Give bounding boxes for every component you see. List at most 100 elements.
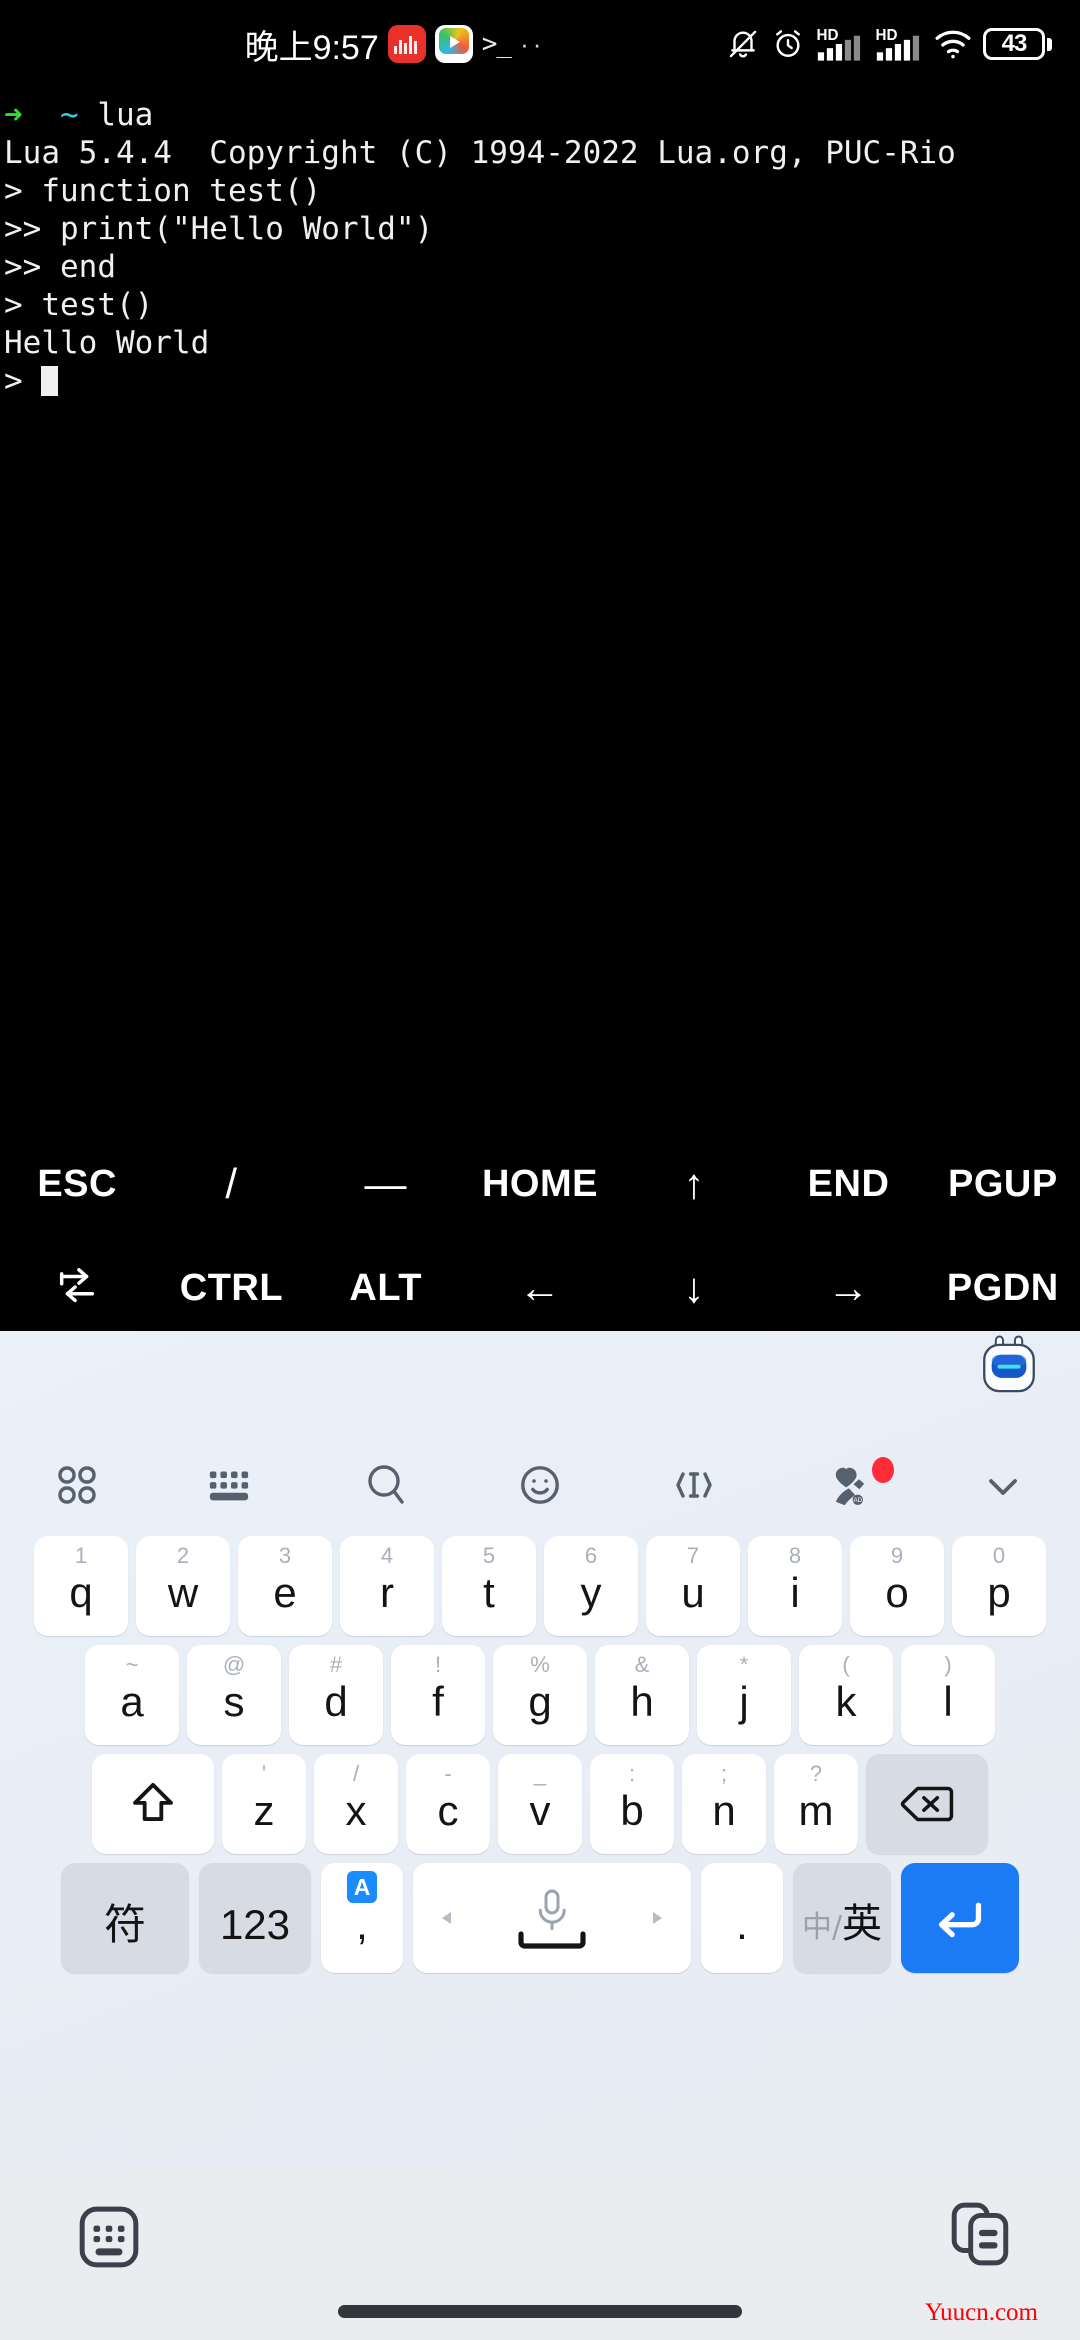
key-e[interactable]: 3e xyxy=(238,1536,332,1636)
backspace-key[interactable] xyxy=(866,1754,988,1854)
ctrl-key[interactable]: CTRL xyxy=(154,1236,308,1340)
keyboard-layout-icon[interactable] xyxy=(154,1439,308,1531)
battery-level: 43 xyxy=(1001,30,1028,57)
key-label: t xyxy=(483,1569,495,1616)
key-label: b xyxy=(620,1787,644,1834)
arrow-up-key[interactable]: ↑ xyxy=(617,1132,771,1236)
site-watermark: Yuucn.com xyxy=(924,2299,1038,2326)
key-s[interactable]: @ s xyxy=(187,1645,281,1745)
tab-key[interactable] xyxy=(0,1236,154,1340)
home-key[interactable]: HOME xyxy=(463,1132,617,1236)
key-hint: - xyxy=(444,1761,452,1786)
key-f[interactable]: ! f xyxy=(391,1645,485,1745)
pgdn-key[interactable]: PGDN xyxy=(926,1236,1080,1340)
key-v[interactable]: _ v xyxy=(498,1754,582,1854)
enter-key[interactable] xyxy=(901,1863,1019,1973)
key-j[interactable]: * j xyxy=(697,1645,791,1745)
key-hint: ( xyxy=(842,1652,850,1677)
space-key[interactable] xyxy=(413,1863,691,1973)
terminal-line: > function test() xyxy=(4,173,322,209)
key-hint: 5 xyxy=(482,1543,496,1568)
emoji-icon[interactable] xyxy=(463,1439,617,1531)
keyboard-row-4: 符 123 A , . 中/英 xyxy=(0,1863,1080,1973)
language-english: 英 xyxy=(842,1901,883,1947)
slash-key[interactable]: / xyxy=(154,1132,308,1236)
key-n[interactable]: ; n xyxy=(682,1754,766,1854)
sticker-ad-icon[interactable]: AD xyxy=(771,1439,925,1531)
key-hint: ) xyxy=(944,1652,952,1677)
terminal-line: > test() xyxy=(4,287,154,323)
key-label: f xyxy=(432,1678,444,1725)
key-k[interactable]: (k xyxy=(799,1645,893,1745)
key-q[interactable]: 1q xyxy=(34,1536,128,1636)
symbols-key[interactable]: 符 xyxy=(61,1863,189,1973)
key-t[interactable]: 5t xyxy=(442,1536,536,1636)
alt-key[interactable]: ALT xyxy=(309,1236,463,1340)
extra-keys-row-2: CTRL ALT ← ↓ → PGDN xyxy=(0,1236,1080,1340)
pgup-key[interactable]: PGUP xyxy=(926,1132,1080,1236)
esc-key[interactable]: ESC xyxy=(0,1132,154,1236)
hide-keyboard-icon[interactable] xyxy=(78,2205,140,2274)
key-g[interactable]: % g xyxy=(493,1645,587,1745)
key-label: w xyxy=(167,1569,199,1616)
key-label: s xyxy=(223,1678,245,1725)
key-l[interactable]: ) l xyxy=(901,1645,995,1745)
collapse-chevron-icon[interactable] xyxy=(926,1439,1080,1531)
key-hint: 9 xyxy=(890,1543,904,1568)
arrow-down-key[interactable]: ↓ xyxy=(617,1236,771,1340)
tab-icon xyxy=(60,1268,95,1303)
comma-key[interactable]: A , xyxy=(321,1863,403,1973)
key-label: n xyxy=(712,1787,736,1834)
period-key[interactable]: . xyxy=(701,1863,783,1973)
key-y[interactable]: 6y xyxy=(544,1536,638,1636)
numbers-key[interactable]: 123 xyxy=(199,1863,311,1973)
key-label: r xyxy=(380,1569,394,1616)
key-hint: : xyxy=(628,1761,636,1786)
key-w[interactable]: 2w xyxy=(136,1536,230,1636)
key-u[interactable]: 7u xyxy=(646,1536,740,1636)
cursor-move-icon[interactable] xyxy=(617,1439,771,1531)
key-label: , xyxy=(356,1901,368,1948)
key-b[interactable]: :b xyxy=(590,1754,674,1854)
home-indicator[interactable] xyxy=(338,2305,742,2318)
assistant-mascot-icon[interactable] xyxy=(976,1333,1042,1403)
dash-key[interactable]: — xyxy=(309,1132,463,1236)
key-label: z xyxy=(253,1787,275,1834)
terminal-last-prompt: > xyxy=(4,363,42,399)
key-a[interactable]: ~ a xyxy=(85,1645,179,1745)
key-hint: 2 xyxy=(176,1543,190,1568)
key-hint: # xyxy=(329,1652,343,1677)
search-icon[interactable] xyxy=(309,1439,463,1531)
status-clock: 晚上9:57 xyxy=(244,28,379,67)
key-o[interactable]: 9o xyxy=(850,1536,944,1636)
keyboard: AD 1q 2w 3e 4r 5t 6y 7u 8i 9o 0p ~a @s xyxy=(0,1331,1080,2171)
key-c[interactable]: -c xyxy=(406,1754,490,1854)
key-hint: ! xyxy=(434,1652,442,1677)
clipboard-icon[interactable] xyxy=(950,2201,1012,2272)
key-x[interactable]: / x xyxy=(314,1754,398,1854)
key-d[interactable]: # d xyxy=(289,1645,383,1745)
key-m[interactable]: ? m xyxy=(774,1754,858,1854)
language-toggle-key[interactable]: 中/英 xyxy=(793,1863,891,1973)
arrow-right-key[interactable]: → xyxy=(771,1236,925,1340)
prompt-arrow-icon: ➜ xyxy=(4,97,23,133)
language-separator: / xyxy=(831,1910,843,1945)
key-hint: / xyxy=(352,1761,360,1786)
terminal-line: >> end xyxy=(4,249,116,285)
key-z[interactable]: ' z xyxy=(222,1754,306,1854)
terminal-notification-icon: >_ xyxy=(481,29,512,59)
arrow-left-key[interactable]: ← xyxy=(463,1236,617,1340)
key-hint: & xyxy=(634,1652,650,1677)
key-label: . xyxy=(736,1901,748,1948)
key-p[interactable]: 0p xyxy=(952,1536,1046,1636)
key-label: u xyxy=(681,1569,705,1616)
key-label: e xyxy=(273,1569,297,1616)
key-h[interactable]: & h xyxy=(595,1645,689,1745)
end-key[interactable]: END xyxy=(771,1132,925,1236)
svg-text:HD: HD xyxy=(875,27,897,44)
grid-apps-icon[interactable] xyxy=(0,1439,154,1531)
key-r[interactable]: 4r xyxy=(340,1536,434,1636)
key-i[interactable]: 8i xyxy=(748,1536,842,1636)
shift-key[interactable] xyxy=(92,1754,214,1854)
key-label: 123 xyxy=(219,1901,291,1948)
